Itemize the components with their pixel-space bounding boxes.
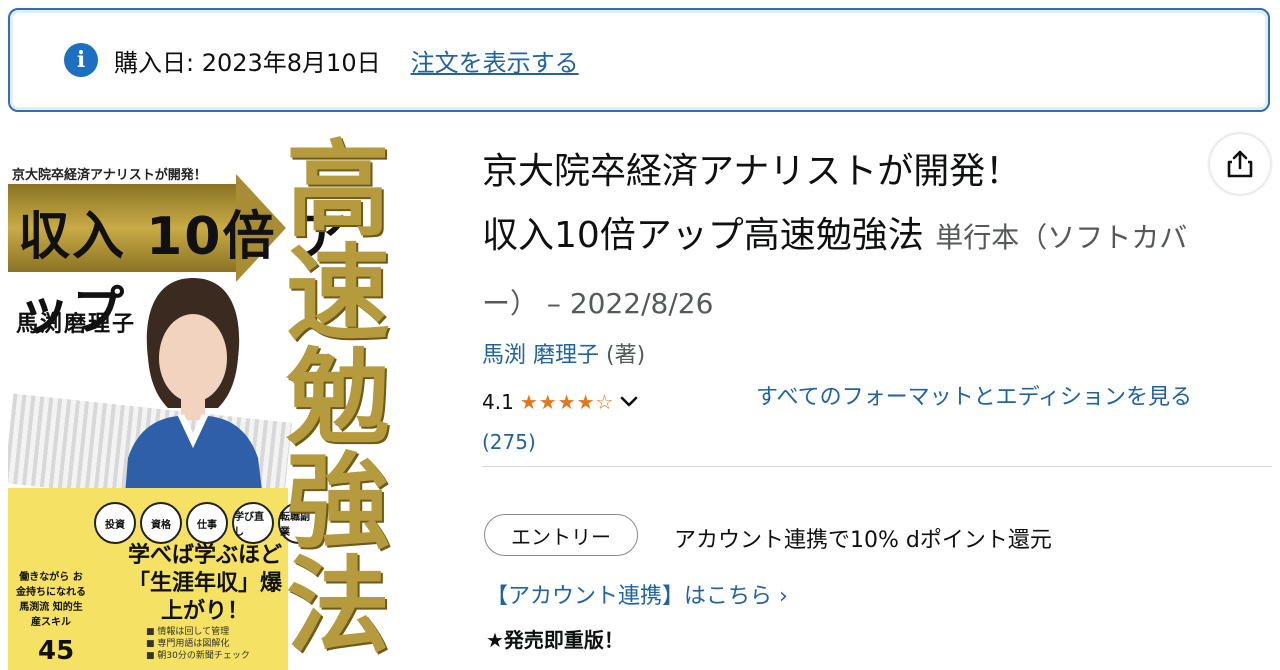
chevron-down-icon[interactable] (618, 394, 640, 410)
publication-date: – 2022/8/26 (538, 287, 714, 320)
author-link[interactable]: 馬渕 磨理子 (482, 343, 599, 368)
star-rating-icon: ★★★★☆ (519, 390, 615, 414)
author-role: (著) (599, 343, 646, 368)
cover-catchphrase: 学べば学ぶほど「生涯年収」爆上がり！ (127, 543, 282, 624)
all-formats-link[interactable]: すべてのフォーマットとエディションを見る (756, 380, 1266, 416)
cover-circle: 仕事 (186, 502, 228, 544)
product-title: 京大院卒経済アナリストが開発！ 収入10倍アップ高速勉強法 単行本（ソフトカバー… (482, 140, 1222, 336)
cover-top-text: 京大院卒経済アナリストが開発！ (12, 168, 207, 183)
info-icon: i (64, 43, 98, 77)
cover-number: 45 (38, 636, 75, 666)
cover-list-item: ■ 情報は回して管理 (146, 627, 230, 637)
title-line-1: 京大院卒経済アナリストが開発！ (482, 151, 1022, 192)
title-line-2: 収入10倍アップ高速勉強法 (482, 215, 924, 256)
review-count-link[interactable]: (275) (482, 430, 536, 454)
promo-text: アカウント連携で10% dポイント還元 (674, 528, 1052, 553)
rating-summary[interactable]: 4.1 ★★★★☆ (482, 390, 640, 414)
share-icon (1227, 150, 1253, 178)
cover-list-item: ■ 専門用語は図解化 (146, 639, 230, 649)
entry-button[interactable]: エントリー (484, 514, 638, 556)
cover-circle: 投資 (94, 502, 136, 544)
reprint-note: ★発売即重版！ (486, 628, 624, 652)
rating-value: 4.1 (482, 390, 514, 414)
purchase-banner: i 購入日: 2023年8月10日 注文を表示する (8, 8, 1270, 112)
cover-author: 馬渕磨理子 (16, 312, 137, 337)
author-line: 馬渕 磨理子 (著) (482, 337, 645, 369)
account-link[interactable]: 【アカウント連携】はこちら › (486, 578, 788, 610)
share-button[interactable] (1210, 134, 1270, 194)
cover-list: ■ 情報は回して管理 ■ 専門用語は図解化 ■ 朝30分の新聞チェック (146, 626, 250, 662)
cover-skill-text: 働きながら お金持ちになれる 馬渕流 知的生産スキル (16, 572, 86, 628)
cover-circle: 学び直し (232, 502, 274, 544)
book-cover-image[interactable]: 京大院卒経済アナリストが開発！ 収入 10倍 アップ 馬渕磨理子 投資 資格 仕… (8, 128, 394, 670)
cover-big-title: 高速勉強法 (286, 128, 391, 667)
cover-circle: 資格 (140, 502, 182, 544)
purchase-date: 購入日: 2023年8月10日 (114, 48, 381, 77)
divider (482, 466, 1272, 467)
cover-list-item: ■ 朝30分の新聞チェック (146, 651, 250, 661)
view-order-link[interactable]: 注文を表示する (411, 43, 579, 78)
